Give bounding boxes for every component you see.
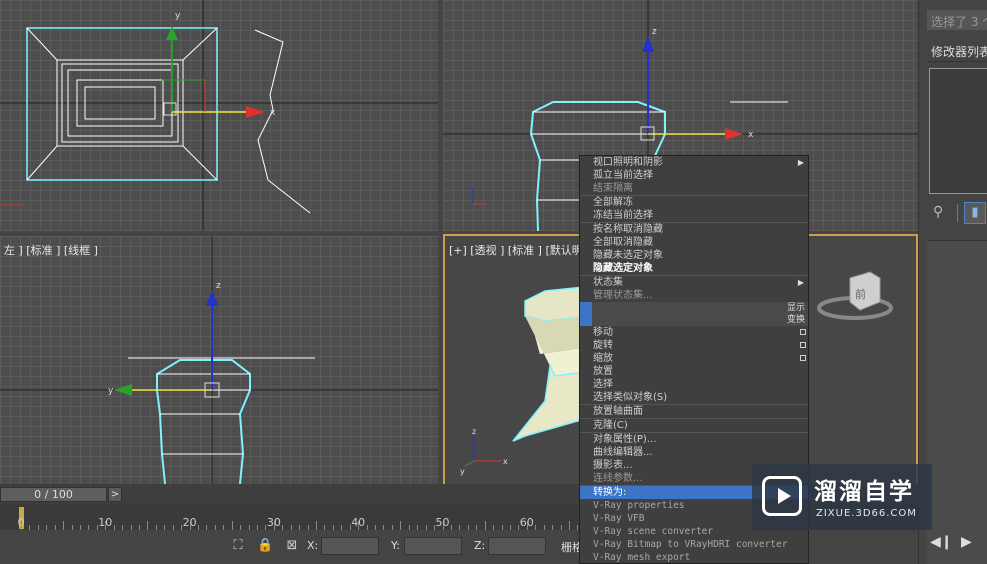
svg-text:y: y xyxy=(108,386,114,396)
play-logo-icon xyxy=(762,476,802,516)
ruler-tick xyxy=(316,521,318,530)
svg-text:z: z xyxy=(216,281,221,291)
watermark: 溜溜自学 ZIXUE.3D66.COM xyxy=(752,464,932,530)
menu-item-move[interactable]: 移动 xyxy=(580,326,808,339)
modifier-stack-tools: ⚲ ▮ xyxy=(927,200,987,226)
menu-item-object-properties[interactable]: 对象属性(P)... xyxy=(580,433,808,446)
z-label: Z: xyxy=(474,539,486,552)
menu-item-scale[interactable]: 缩放 xyxy=(580,352,808,365)
ruler-tick xyxy=(63,521,65,530)
settings-box-icon[interactable] xyxy=(800,342,806,348)
time-slider-thumb[interactable]: 0 / 100 xyxy=(0,487,107,502)
menu-item-rotate[interactable]: 旋转 xyxy=(580,339,808,352)
previous-frame-icon[interactable]: ◀❙ xyxy=(930,534,953,550)
next-frame-button[interactable]: > xyxy=(108,487,122,502)
submenu-arrow-icon: ▶ xyxy=(797,278,804,287)
ruler-frame-label: 0 xyxy=(17,516,25,529)
ruler-tick xyxy=(568,521,570,530)
y-label: Y: xyxy=(391,539,400,552)
svg-text:x: x xyxy=(503,457,508,466)
watermark-title: 溜溜自学 xyxy=(814,479,914,505)
absolute-mode-icon[interactable]: ⊠ xyxy=(284,538,300,554)
submenu-arrow-icon: ▶ xyxy=(797,158,804,167)
ruler-frame-label: 40 xyxy=(351,516,366,529)
menu-item-clone[interactable]: 克隆(C) xyxy=(580,419,808,432)
menu-item-end-isolate[interactable]: 结束隔离 xyxy=(580,182,808,195)
selection-status: 选择了 3 个 xyxy=(927,10,987,30)
menu-item-unhide-by-name[interactable]: 按名称取消隐藏 xyxy=(580,223,808,236)
menu-item-freeze-selection[interactable]: 冻结当前选择 xyxy=(580,209,808,222)
ruler-frame-label: 30 xyxy=(266,516,281,529)
menu-item-curve-editor[interactable]: 曲线编辑器... xyxy=(580,446,808,459)
svg-text:x: x xyxy=(270,108,276,118)
settings-box-icon[interactable] xyxy=(800,329,806,335)
x-label: X: xyxy=(307,539,319,552)
menu-item-select[interactable]: 选择 xyxy=(580,378,808,391)
top-view-geometry: x y xyxy=(0,0,438,231)
menu-item-hide-selection[interactable]: 隐藏选定对象 xyxy=(580,262,808,275)
quad-header-display: 显示 xyxy=(580,302,808,314)
play-icon[interactable]: ▶ xyxy=(961,534,972,550)
ruler-tick xyxy=(231,521,233,530)
svg-text:z: z xyxy=(472,427,476,436)
menu-item-viewport-lighting[interactable]: 视口照明和阴影 ▶ xyxy=(580,156,808,169)
ruler-frame-label: 60 xyxy=(519,516,534,529)
svg-text:z: z xyxy=(652,27,657,37)
modifier-parameters xyxy=(927,240,987,564)
pin-stack-icon[interactable]: ⚲ xyxy=(933,204,943,220)
modifier-list-dropdown[interactable]: 修改器列表 xyxy=(927,40,987,62)
menu-item-place-pivot-surface[interactable]: 放置轴曲面 xyxy=(580,405,808,418)
menu-item-place[interactable]: 放置 xyxy=(580,365,808,378)
menu-item-unfreeze-all[interactable]: 全部解冻 xyxy=(580,196,808,209)
z-coordinate-field[interactable] xyxy=(488,537,546,555)
svg-text:x: x xyxy=(748,130,754,140)
ruler-frame-label: 20 xyxy=(182,516,197,529)
modifier-stack[interactable] xyxy=(929,68,987,194)
menu-item-state-sets[interactable]: 状态集 ▶ xyxy=(580,276,808,289)
x-coordinate-field[interactable] xyxy=(321,537,379,555)
menu-item-isolate-selection[interactable]: 孤立当前选择 xyxy=(580,169,808,182)
selection-lock-icon[interactable]: ⛶ xyxy=(230,538,246,554)
menu-item-unhide-all[interactable]: 全部取消隐藏 xyxy=(580,236,808,249)
menu-item-vray-bitmap-converter[interactable]: V-Ray Bitmap to VRayHDRI converter xyxy=(580,538,808,551)
y-coordinate-field[interactable] xyxy=(404,537,462,555)
viewport-top[interactable]: x y xyxy=(0,0,438,231)
menu-item-hide-unselected[interactable]: 隐藏未选定对象 xyxy=(580,249,808,262)
ruler-tick xyxy=(484,521,486,530)
quad-header-transform: 变换 xyxy=(580,314,808,326)
viewcube-face-label[interactable]: 前 xyxy=(855,287,866,301)
settings-box-icon[interactable] xyxy=(800,355,806,361)
ruler-frame-label: 10 xyxy=(98,516,113,529)
lock-icon[interactable]: 🔒 xyxy=(257,538,273,554)
remove-modifier-icon[interactable]: ▮ xyxy=(964,202,986,224)
menu-item-vray-mesh-export[interactable]: V-Ray mesh export xyxy=(580,551,808,564)
ruler-tick xyxy=(400,521,402,530)
ruler-frame-label: 50 xyxy=(435,516,450,529)
viewport-left[interactable]: 左 ] [标准 ] [线框 ] y z xyxy=(0,236,438,484)
watermark-subtitle: ZIXUE.3D66.COM xyxy=(816,508,917,519)
svg-text:y: y xyxy=(175,11,181,21)
svg-text:y: y xyxy=(460,467,465,476)
menu-item-manage-state-sets[interactable]: 管理状态集... xyxy=(580,289,808,302)
playback-controls: ◀❙ ▶ xyxy=(930,534,987,556)
toolbar-divider xyxy=(957,204,958,222)
left-view-geometry: y z xyxy=(0,236,438,484)
menu-item-select-similar[interactable]: 选择类似对象(S) xyxy=(580,391,808,404)
ruler-tick xyxy=(147,521,149,530)
